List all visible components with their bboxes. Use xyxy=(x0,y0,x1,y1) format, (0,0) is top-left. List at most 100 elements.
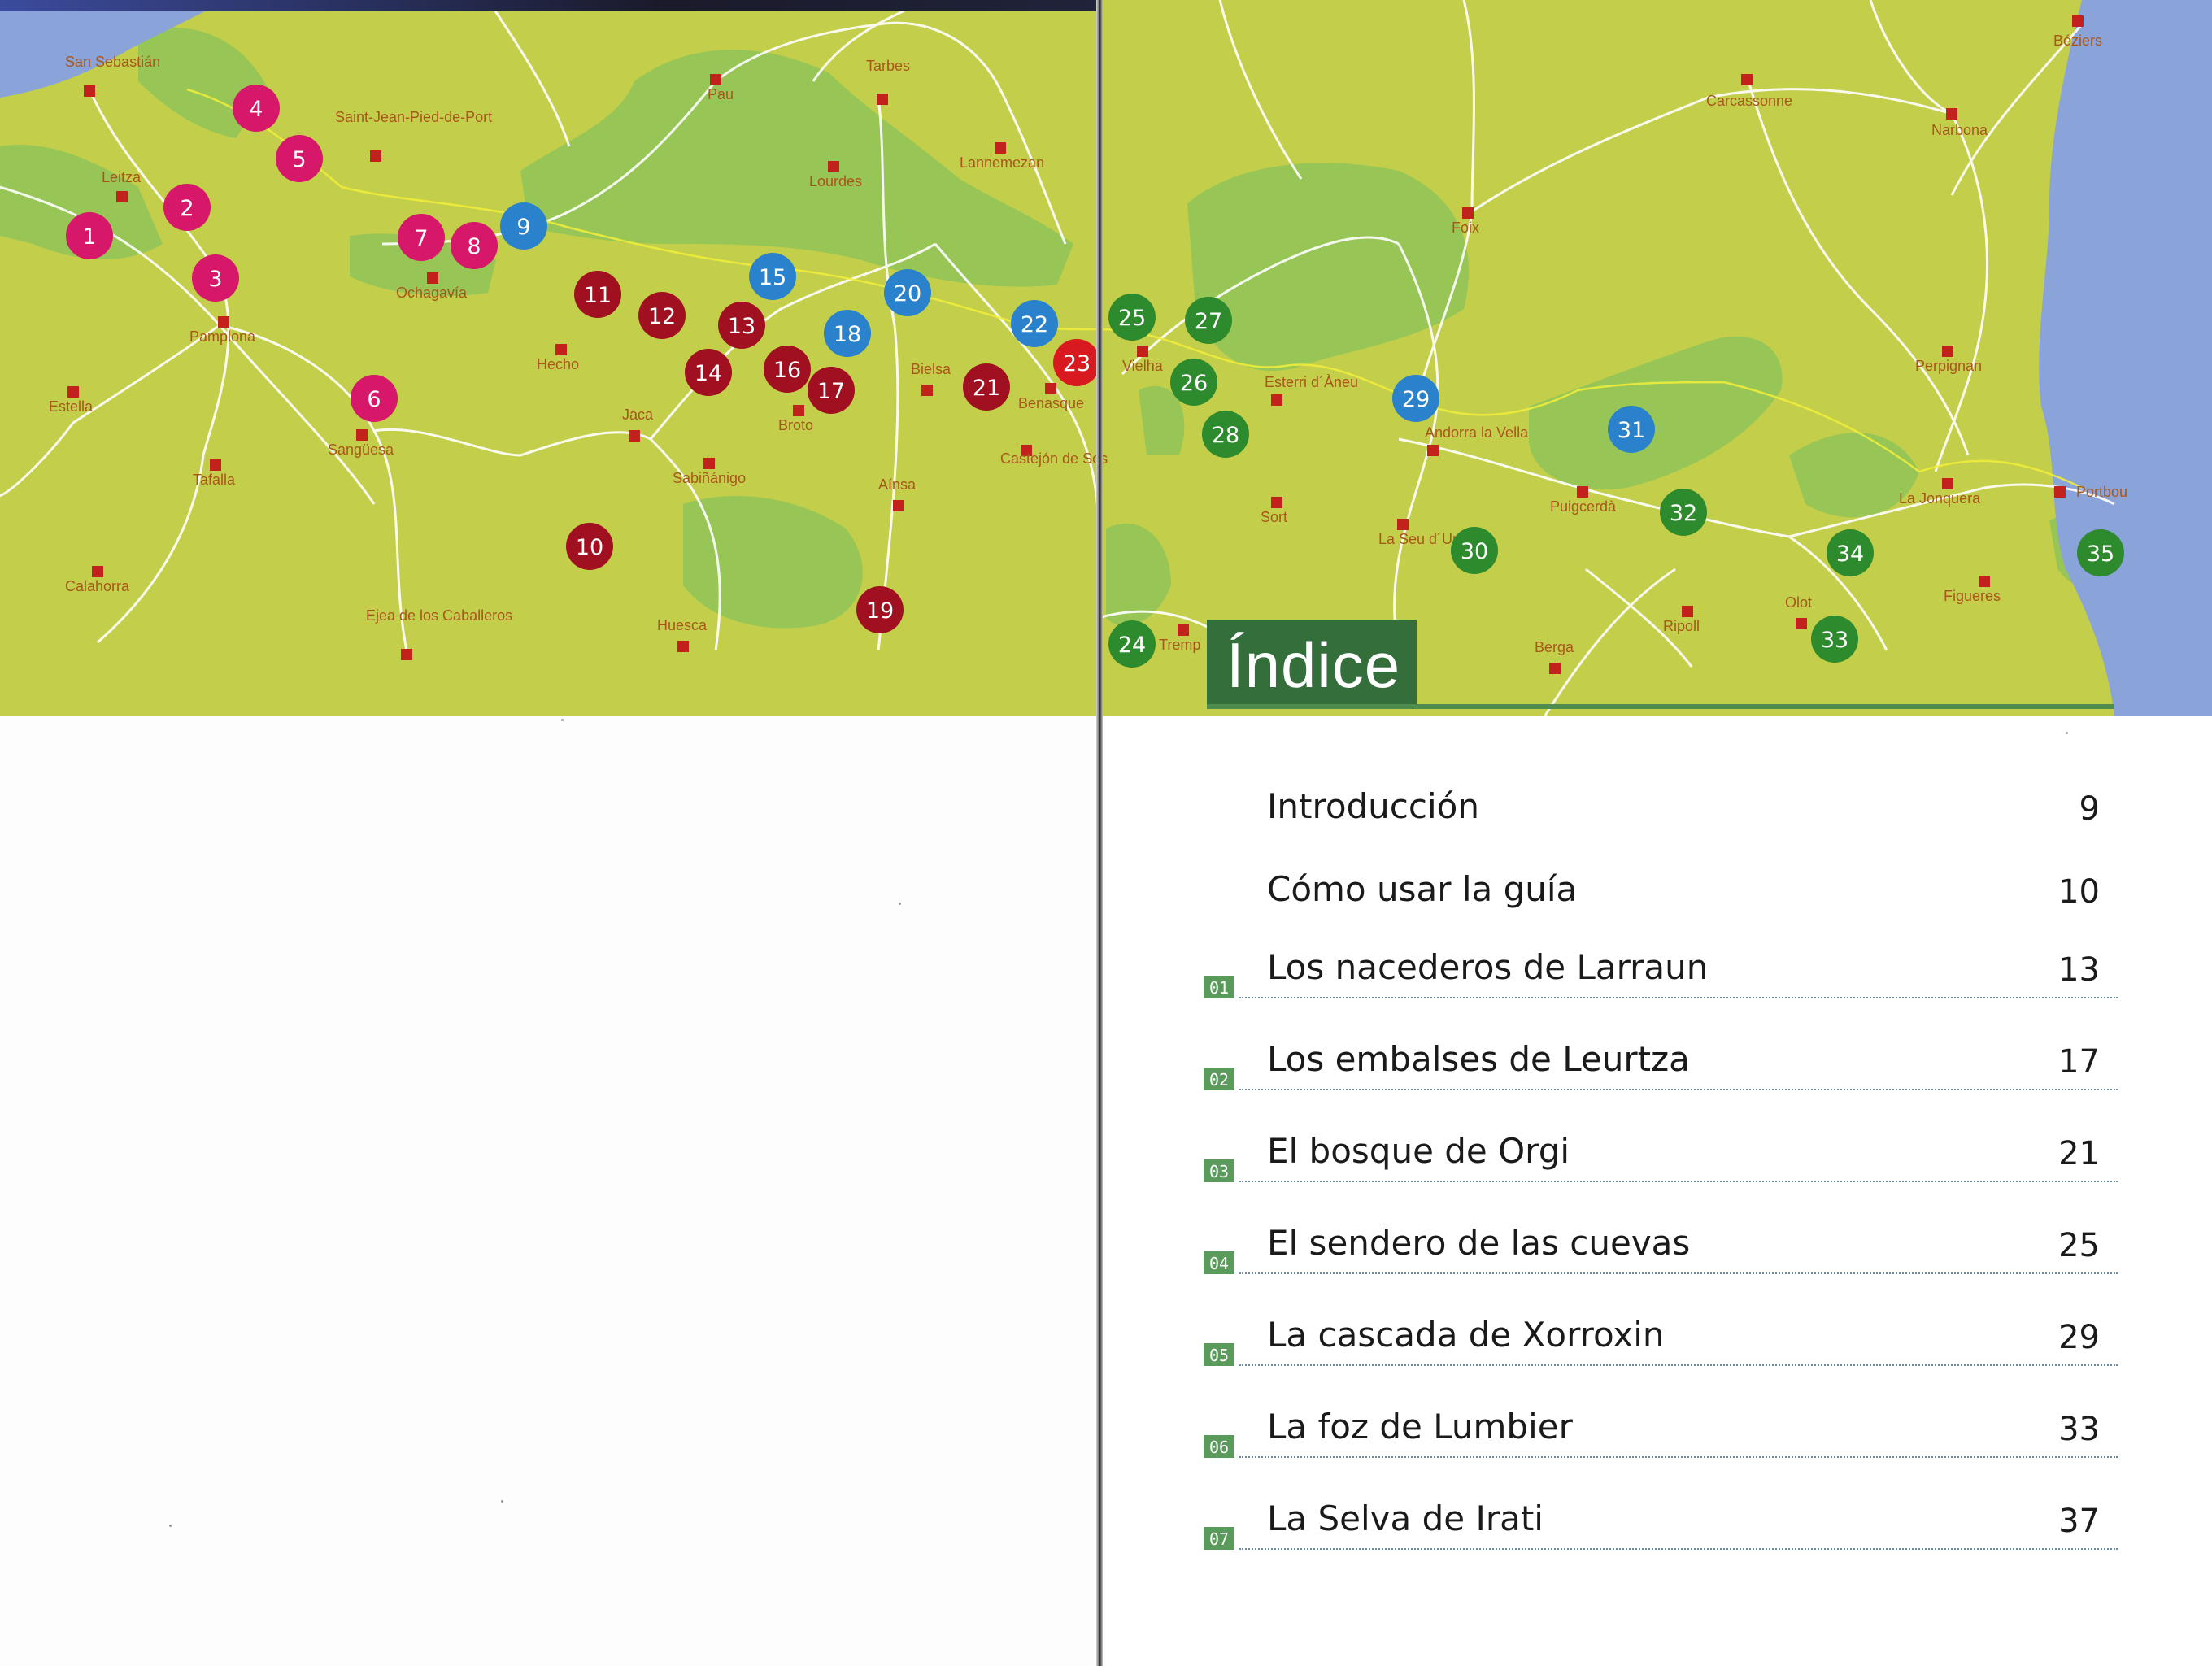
town-label: Hecho xyxy=(537,356,579,372)
pyrenees-route-map: San Sebastián Leitza Pamplona Estella Tafall… xyxy=(0,0,2212,716)
town-label: Pamplona xyxy=(189,328,256,345)
town-label: Ejea de los Caballeros xyxy=(366,607,512,624)
town-square xyxy=(1741,74,1753,85)
toc-row-07[interactable]: 07 La Selva de Irati 37 xyxy=(1204,1481,2118,1555)
route-marker-label: 23 xyxy=(1063,351,1091,376)
route-marker-label: 25 xyxy=(1118,306,1146,331)
town-square xyxy=(67,386,79,398)
top-edge-strip xyxy=(0,0,1103,11)
paper-speck xyxy=(561,719,564,721)
toc-row-04[interactable]: 04 El sendero de las cuevas 25 xyxy=(1204,1206,2118,1279)
toc-entry-page: 10 xyxy=(2058,873,2100,911)
town-square xyxy=(1577,486,1588,498)
town-label: Ripoll xyxy=(1663,618,1700,634)
town-label: Andorra la Vella xyxy=(1425,424,1529,441)
toc-row-introduccion[interactable]: Introducción 9 xyxy=(1204,769,2118,842)
route-marker-label: 4 xyxy=(249,97,263,122)
town-label: Tremp xyxy=(1159,637,1200,653)
toc-entry-title: La cascada de Xorroxin xyxy=(1267,1315,1665,1355)
town-label: Figueres xyxy=(1944,588,2001,604)
town-square xyxy=(555,344,567,355)
route-marker-label: 11 xyxy=(584,283,612,308)
town-label: Castejón de Sos xyxy=(1000,450,1108,467)
route-marker-label: 9 xyxy=(516,215,530,240)
town-label: Portbou xyxy=(2076,484,2127,500)
toc-entry-page: 9 xyxy=(2079,790,2100,828)
highland-area xyxy=(1529,336,1783,489)
town-square xyxy=(828,161,839,172)
route-marker-label: 12 xyxy=(648,304,676,329)
town-square xyxy=(703,458,715,469)
route-marker-label: 18 xyxy=(834,322,861,347)
toc-row-01[interactable]: 01 Los nacederos de Larraun 13 xyxy=(1204,930,2118,1003)
town-square xyxy=(84,85,95,97)
town-label: Olot xyxy=(1785,594,1812,611)
town-label: Pau xyxy=(708,86,734,102)
route-marker-label: 35 xyxy=(2087,542,2114,567)
town-square xyxy=(1682,606,1693,617)
town-square xyxy=(1137,346,1148,357)
town-label: Broto xyxy=(778,417,813,433)
town-square xyxy=(1549,663,1561,674)
town-square xyxy=(2054,486,2066,498)
town-square xyxy=(2072,15,2084,27)
town-label: Perpignan xyxy=(1915,358,1982,374)
town-label: Carcassonne xyxy=(1706,93,1792,109)
route-marker-label: 29 xyxy=(1402,387,1430,412)
town-square xyxy=(1942,346,1953,357)
route-marker-label: 21 xyxy=(973,376,1000,401)
toc-entry-page: 25 xyxy=(2058,1227,2100,1264)
route-marker-label: 22 xyxy=(1021,312,1048,337)
toc-row-03[interactable]: 03 El bosque de Orgi 21 xyxy=(1204,1114,2118,1187)
toc-entry-number: 03 xyxy=(1204,1159,1234,1182)
toc-entry-title: El sendero de las cuevas xyxy=(1267,1223,1691,1263)
route-marker-label: 19 xyxy=(866,598,894,624)
route-marker-label: 14 xyxy=(695,361,722,386)
sea-area xyxy=(2039,0,2212,716)
town-square xyxy=(356,429,368,441)
toc-dotted-rule xyxy=(1239,1456,2118,1458)
town-square xyxy=(1427,445,1439,456)
route-marker-label: 13 xyxy=(728,314,755,339)
toc-entry-title: Los embalses de Leurtza xyxy=(1267,1039,1690,1079)
town-square xyxy=(401,649,412,660)
index-underline-bar xyxy=(1207,704,2114,709)
town-label: La Jonquera xyxy=(1899,490,1981,507)
paper-speck xyxy=(2066,732,2068,734)
toc-row-02[interactable]: 02 Los embalses de Leurtza 17 xyxy=(1204,1022,2118,1095)
route-marker-label: 32 xyxy=(1670,501,1697,526)
town-square xyxy=(1397,519,1409,530)
toc-row-06[interactable]: 06 La foz de Lumbier 33 xyxy=(1204,1390,2118,1463)
town-label: San Sebastián xyxy=(65,54,160,70)
town-label: Foix xyxy=(1452,220,1479,236)
toc-entry-number: 02 xyxy=(1204,1068,1234,1090)
town-label: Béziers xyxy=(2053,33,2102,49)
town-square xyxy=(116,191,128,202)
toc-row-como-usar[interactable]: Cómo usar la guía 10 xyxy=(1204,852,2118,925)
town-square xyxy=(1796,618,1807,629)
route-marker-label: 6 xyxy=(367,387,381,412)
town-label: Tarbes xyxy=(866,58,910,74)
route-marker-label: 10 xyxy=(576,535,603,560)
route-marker-label: 8 xyxy=(467,234,481,259)
toc-entry-title: El bosque de Orgi xyxy=(1267,1131,1570,1171)
town-square xyxy=(92,566,103,577)
town-label: Estella xyxy=(49,398,94,415)
town-label: Sangüesa xyxy=(328,442,394,458)
town-square xyxy=(1271,497,1282,508)
route-markers: 1234567 89101112 1314151617181920212223242… xyxy=(66,85,2124,668)
road xyxy=(0,324,220,498)
toc-entry-title: Introducción xyxy=(1267,786,1479,826)
road xyxy=(486,0,571,147)
town-label: Calahorra xyxy=(65,578,130,594)
toc-entry-page: 33 xyxy=(2058,1411,2100,1448)
toc-row-05[interactable]: 05 La cascada de Xorroxin 29 xyxy=(1204,1298,2118,1371)
toc-dotted-rule xyxy=(1239,1089,2118,1090)
town-square xyxy=(677,641,689,652)
road xyxy=(373,428,651,457)
town-label: Puigcerdà xyxy=(1550,498,1617,515)
toc-entry-title: Cómo usar la guía xyxy=(1267,869,1578,909)
town-label: Sort xyxy=(1261,509,1287,525)
town-square xyxy=(1979,576,1990,587)
town-label: Leitza xyxy=(102,169,142,185)
